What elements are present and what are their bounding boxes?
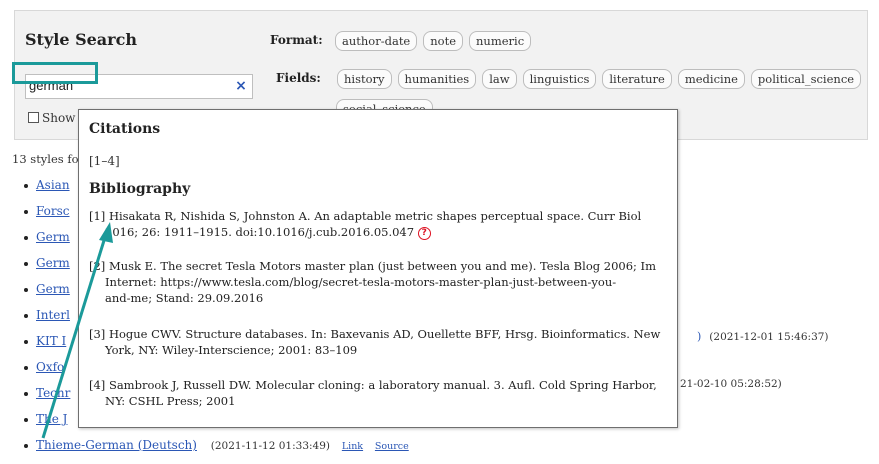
result-style-link[interactable]: Link [342, 441, 363, 452]
show-checkbox[interactable] [28, 112, 39, 123]
field-chip-law[interactable]: law [482, 69, 517, 89]
bibliography-entry: [4] Sambrook J, Russell DW. Molecular cl… [89, 378, 657, 408]
bibliography-heading: Bibliography [89, 181, 191, 197]
field-chip-linguistics[interactable]: linguistics [522, 69, 597, 89]
results-count: 13 styles fo [12, 152, 79, 166]
result-link[interactable]: Asian [36, 178, 70, 192]
result-link[interactable]: Thieme-German (Deutsch) [36, 438, 197, 452]
format-chip-author-date[interactable]: author-date [335, 31, 418, 51]
result-link[interactable]: KIT I [36, 334, 66, 348]
field-chip-political-science[interactable]: political_science [750, 69, 862, 89]
result-link[interactable]: Germ [36, 230, 70, 244]
search-input[interactable] [26, 75, 229, 96]
format-chip-note[interactable]: note [423, 31, 464, 51]
format-chips: author-date note numeric [335, 31, 532, 51]
search-box[interactable]: × [25, 74, 253, 99]
clear-search-button[interactable]: × [232, 76, 250, 96]
bibliography-entry: [3] Hogue CWV. Structure databases. In: … [89, 327, 661, 357]
field-chip-medicine[interactable]: medicine [677, 69, 745, 89]
result-date: 21-02-10 05:28:52) [680, 378, 782, 390]
warning-icon[interactable]: ? [417, 227, 431, 240]
result-link[interactable]: Germ [36, 256, 70, 270]
fields-chips: history humanities law linguistics liter… [337, 69, 862, 89]
result-date: (2021-11-12 01:33:49) [210, 440, 331, 452]
result-date: ) (2021-12-01 15:46:37) [697, 330, 829, 343]
fields-label: Fields: [276, 71, 321, 85]
format-label: Format: [270, 33, 323, 47]
result-link[interactable]: Oxfo [36, 360, 64, 374]
result-item: Thieme-German (Deutsch) (2021-11-12 01:3… [24, 438, 409, 464]
citations-value: [1–4] [89, 154, 120, 168]
link-fragment[interactable]: ) [697, 330, 701, 343]
bibliography-entry: [1] Hisakata R, Nishida S, Johnston A. A… [89, 209, 642, 240]
bibliography-entry: [2] Musk E. The secret Tesla Motors mast… [89, 259, 656, 305]
preview-popup: Citations [1–4] Bibliography [1] Hisakat… [78, 109, 678, 428]
result-link[interactable]: Techr [36, 386, 70, 400]
result-link[interactable]: Forsc [36, 204, 70, 218]
field-chip-humanities[interactable]: humanities [397, 69, 477, 89]
format-chip-numeric[interactable]: numeric [469, 31, 532, 51]
page-title: Style Search [25, 30, 137, 49]
field-chip-history[interactable]: history [337, 69, 392, 89]
result-source-link[interactable]: Source [375, 441, 409, 452]
citations-heading: Citations [89, 121, 161, 137]
show-label: Show [42, 111, 76, 125]
field-chip-literature[interactable]: literature [602, 69, 672, 89]
result-link[interactable]: The J [36, 412, 67, 426]
show-option[interactable]: Show [28, 111, 75, 125]
result-link[interactable]: Interl [36, 308, 70, 322]
result-link[interactable]: Germ [36, 282, 70, 296]
